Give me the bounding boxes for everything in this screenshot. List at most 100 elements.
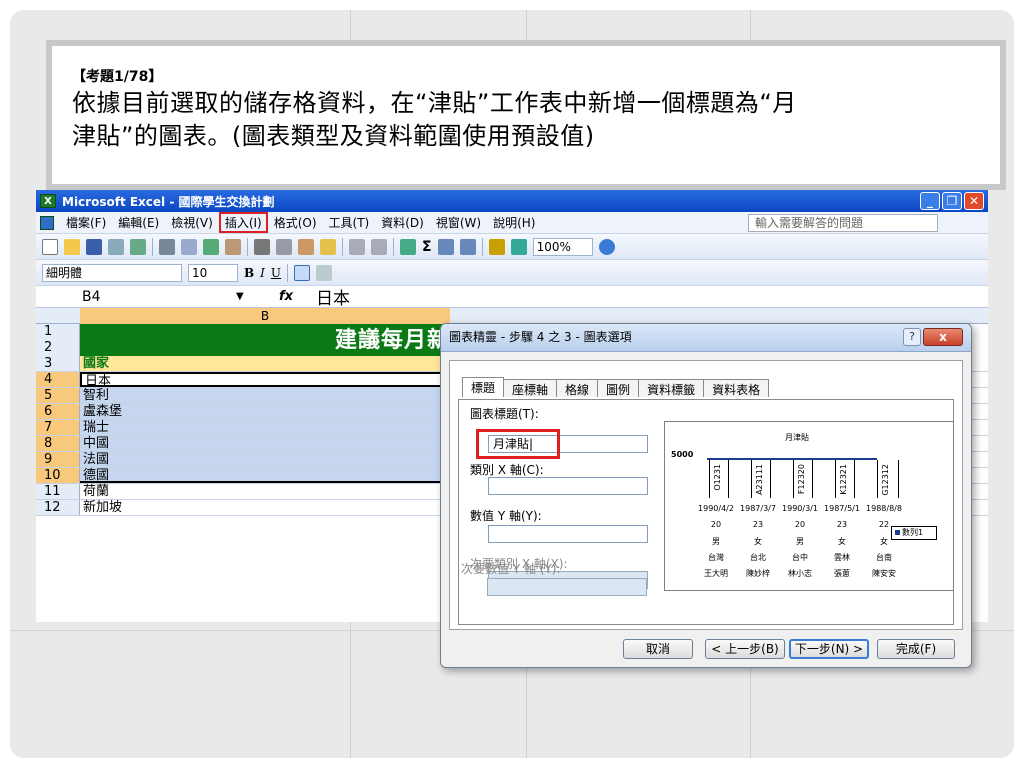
print-preview-icon[interactable] [181, 238, 197, 255]
row-number[interactable]: 7 [36, 420, 80, 435]
preview-genders-row: 男女男女女 [712, 537, 888, 546]
minimize-button[interactable]: _ [920, 192, 940, 210]
finish-button[interactable]: 完成(F) [877, 639, 955, 659]
autosum-icon[interactable]: Σ [422, 239, 432, 255]
menu-view[interactable]: 檢視(V) [165, 212, 219, 233]
font-size-select[interactable]: 10 [188, 263, 238, 282]
tab-legend[interactable]: 圖例 [597, 379, 640, 397]
name-box[interactable]: B4 [36, 289, 236, 305]
data-cell[interactable]: 中國 [80, 436, 450, 451]
title-bar: X Microsoft Excel - 國際學生交換計劃 _ ❐ ✕ [36, 190, 988, 212]
preview-column: A23111 [751, 460, 771, 498]
dropdown-arrow-icon[interactable]: ▼ [236, 291, 256, 302]
data-cell[interactable]: 新加坡 [80, 500, 450, 515]
hyperlink-icon[interactable] [400, 238, 416, 255]
menu-window[interactable]: 視窗(W) [430, 212, 487, 233]
row-number[interactable]: 2 [36, 340, 80, 356]
close-button[interactable]: ✕ [964, 192, 984, 210]
question-text-line1: 依據目前選取的儲存格資料，在“津貼”工作表中新增一個標題為“月 [72, 89, 797, 117]
zoom-select[interactable]: 100% [532, 237, 593, 256]
row-number[interactable]: 9 [36, 452, 80, 467]
tab-data-table[interactable]: 資料表格 [703, 379, 770, 397]
tab-data-labels[interactable]: 資料標籤 [638, 379, 705, 397]
row-number[interactable]: 1 [36, 324, 80, 340]
formula-content[interactable]: 日本 [316, 284, 350, 309]
y2-axis-input[interactable] [487, 578, 647, 596]
open-icon[interactable] [64, 238, 80, 255]
x-axis-input[interactable] [488, 477, 648, 495]
sort-desc-icon[interactable] [459, 238, 476, 255]
row-number[interactable]: 3 [36, 356, 80, 371]
y-axis-input[interactable] [488, 525, 648, 543]
drawing-icon[interactable] [510, 238, 527, 255]
spelling-icon[interactable] [203, 238, 219, 255]
next-button[interactable]: 下一步(N) > [789, 639, 869, 659]
data-cell[interactable]: 法國 [80, 452, 450, 467]
tab-gridlines[interactable]: 格線 [556, 379, 599, 397]
question-box: 【考題1/78】 依據目前選取的儲存格資料，在“津貼”工作表中新增一個標題為“月… [46, 40, 1006, 190]
menu-file[interactable]: 檔案(F) [60, 212, 112, 233]
fx-icon[interactable]: fx [256, 289, 316, 304]
selected-cell[interactable]: 日本 [80, 372, 450, 389]
font-name-select[interactable]: 細明體 [42, 263, 182, 282]
cut-icon[interactable] [254, 238, 270, 255]
menu-tools[interactable]: 工具(T) [323, 212, 376, 233]
preview-column: F12320 [793, 460, 813, 498]
permission-icon[interactable] [108, 238, 124, 255]
menu-format[interactable]: 格式(O) [268, 212, 323, 233]
tab-axes[interactable]: 座標軸 [503, 379, 558, 397]
row-number[interactable]: 8 [36, 436, 80, 451]
help-icon[interactable] [598, 238, 615, 255]
help-search-input[interactable]: 輸入需要解答的問題 [748, 214, 938, 232]
undo-icon[interactable] [349, 238, 365, 255]
sort-asc-icon[interactable] [437, 238, 454, 255]
cancel-button[interactable]: 取消 [623, 639, 693, 659]
align-center-icon[interactable] [316, 264, 333, 281]
back-button[interactable]: < 上一步(B) [705, 639, 785, 659]
menu-edit[interactable]: 編輯(E) [112, 212, 165, 233]
row-number[interactable]: 12 [36, 500, 80, 515]
save-icon[interactable] [86, 238, 102, 255]
data-cell[interactable]: 德國 [80, 468, 450, 483]
paste-icon[interactable] [298, 238, 314, 255]
preview-dates-row: 1990/4/2 1987/3/7 1990/3/1 1987/5/1 1988/8/8 [698, 504, 902, 513]
redo-icon[interactable] [371, 238, 387, 255]
formatting-toolbar: 細明體 10 B I U [36, 260, 988, 286]
copy-icon[interactable] [276, 238, 292, 255]
new-icon[interactable] [42, 238, 58, 255]
restore-button[interactable]: ❐ [942, 192, 962, 210]
header-cell[interactable]: 國家 [80, 356, 450, 371]
excel-icon: X [40, 194, 56, 208]
chart-preview: 月津貼 5000 O1231 A23111 F12320 K12321 G123… [664, 421, 954, 591]
column-header-b[interactable]: B [80, 308, 450, 324]
italic-button[interactable]: I [260, 266, 265, 280]
data-cell[interactable]: 盧森堡 [80, 404, 450, 419]
chart-wizard-icon[interactable] [488, 238, 505, 255]
menu-data[interactable]: 資料(D) [375, 212, 430, 233]
tab-titles[interactable]: 標題 [462, 377, 505, 397]
menu-insert[interactable]: 插入(I) [218, 212, 268, 233]
research-icon[interactable] [225, 238, 241, 255]
separator [342, 237, 343, 256]
underline-button[interactable]: U [271, 266, 281, 280]
menu-help[interactable]: 說明(H) [487, 212, 541, 233]
banner-cell[interactable]: 建議每月新 [80, 324, 450, 356]
dialog-close-button[interactable]: x [923, 328, 963, 346]
data-cell[interactable]: 瑞士 [80, 420, 450, 435]
row-number[interactable]: 10 [36, 468, 80, 483]
tab-strip: 標題 座標軸 格線 圖例 資料標籤 資料表格 [462, 377, 770, 397]
data-cell[interactable]: 智利 [80, 388, 450, 403]
preview-column: K12321 [835, 460, 855, 498]
row-number[interactable]: 4 [36, 372, 80, 387]
email-icon[interactable] [130, 238, 146, 255]
row-number[interactable]: 11 [36, 484, 80, 499]
format-painter-icon[interactable] [320, 238, 336, 255]
dialog-title: 圖表精靈 - 步驟 4 之 3 - 圖表選項 [449, 330, 632, 344]
bold-button[interactable]: B [244, 266, 254, 280]
row-number[interactable]: 5 [36, 388, 80, 403]
align-left-icon[interactable] [294, 264, 311, 281]
data-cell[interactable]: 荷蘭 [80, 484, 450, 499]
dialog-help-button[interactable]: ? [903, 328, 921, 346]
row-number[interactable]: 6 [36, 404, 80, 419]
print-icon[interactable] [159, 238, 175, 255]
